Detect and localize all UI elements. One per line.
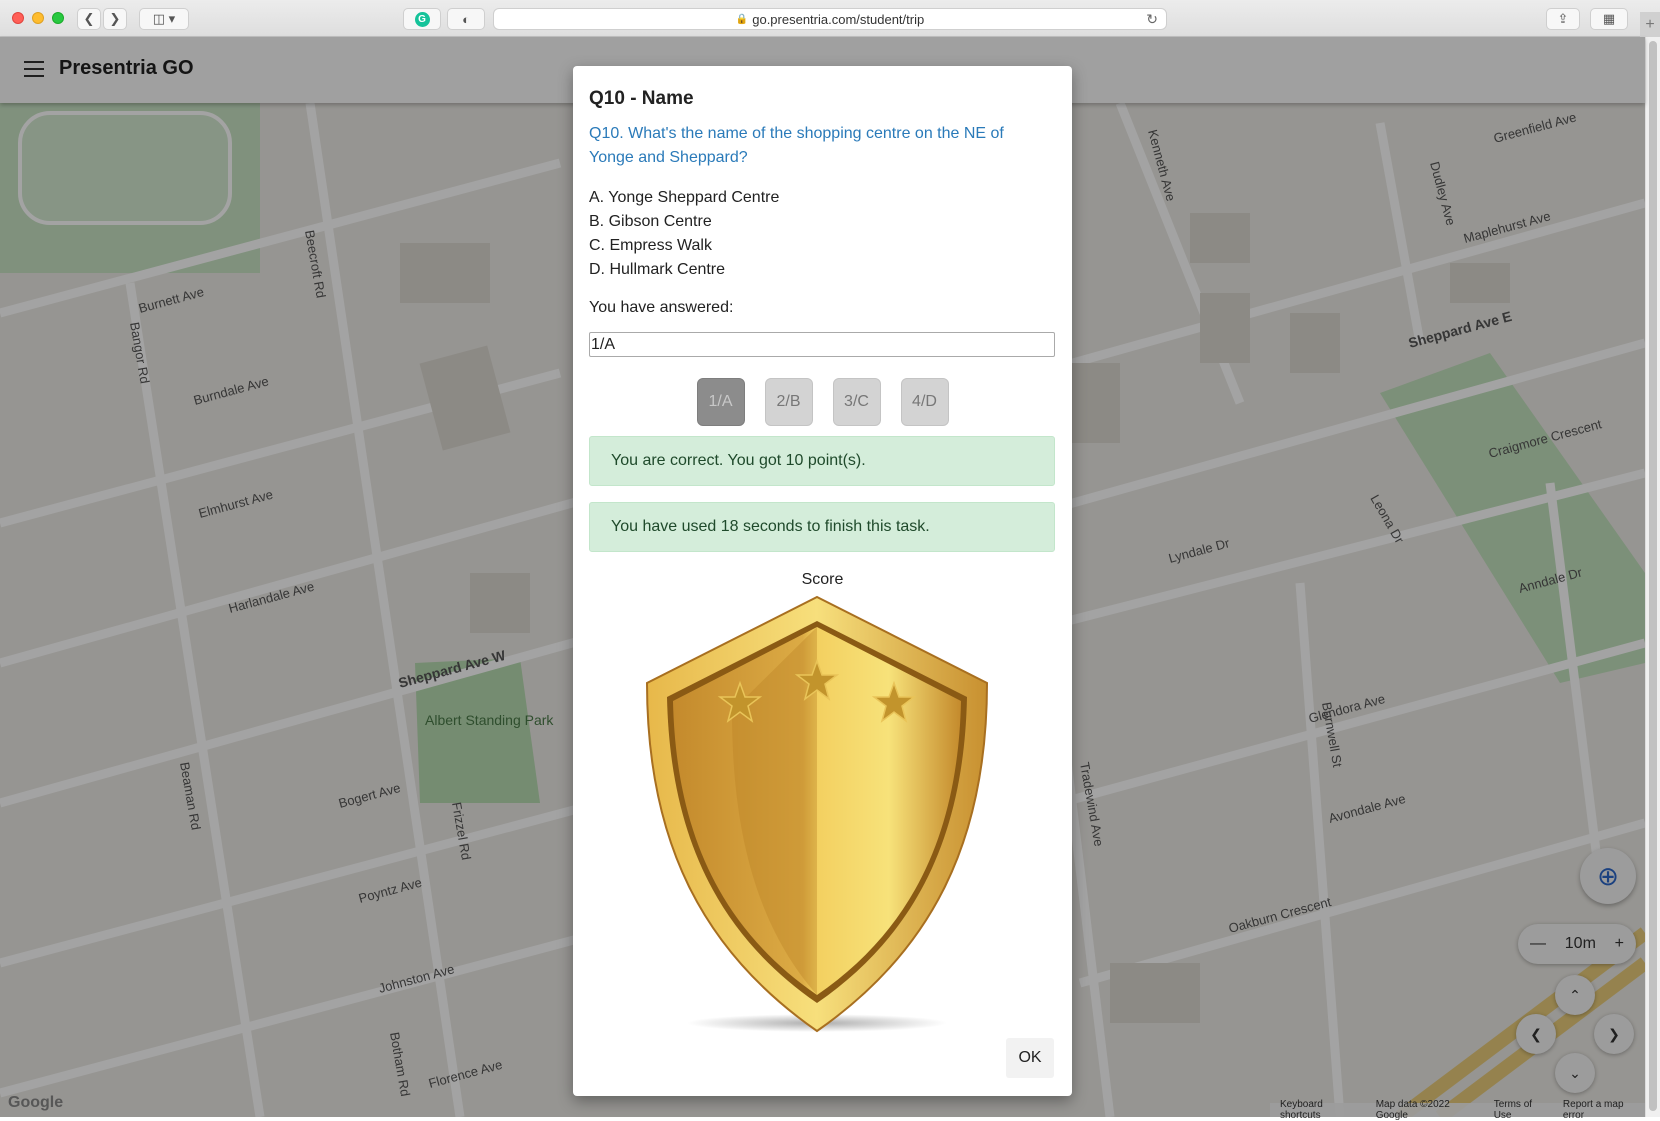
zoom-window-button[interactable]: [52, 12, 64, 24]
question-dialog: Q10 - Name Q10. What's the name of the s…: [573, 66, 1072, 1096]
back-button[interactable]: ❮: [77, 8, 101, 30]
lock-icon: 🔒: [735, 13, 749, 25]
question-text: Q10. What's the name of the shopping cen…: [589, 125, 1004, 166]
answered-label: You have answered:: [589, 299, 734, 316]
choice-1a-button[interactable]: 1/A: [696, 378, 745, 426]
browser-toolbar: ❮ ❯ ◫ ▾ G ◐ 🔒 go.presentria.com/student/…: [0, 0, 1660, 37]
dialog-title: Q10 - Name: [589, 88, 694, 109]
close-window-button[interactable]: [12, 12, 24, 24]
privacy-button[interactable]: ◐: [447, 8, 485, 30]
score-label: Score: [801, 571, 844, 588]
back-icon: ❮: [83, 11, 95, 26]
time-alert: You have used 18 seconds to finish this …: [589, 502, 1055, 552]
answer-options: A. Yonge Sheppard Centre B. Gibson Centr…: [589, 186, 779, 282]
correct-alert: You are correct. You got 10 point(s).: [589, 436, 1055, 486]
sidebar-icon: ◫ ▾: [152, 11, 176, 26]
page-scrollbar[interactable]: [1645, 37, 1660, 1117]
tabs-overview-button[interactable]: ▦: [1590, 8, 1628, 30]
choice-3c-button[interactable]: 3/C: [832, 378, 881, 426]
new-tab-icon[interactable]: +: [1640, 12, 1660, 37]
choice-buttons: 1/A 2/B 3/C 4/D: [573, 378, 1072, 426]
forward-button[interactable]: ❯: [103, 8, 127, 30]
option-a: A. Yonge Sheppard Centre: [589, 189, 780, 206]
option-c: C. Empress Walk: [589, 237, 712, 254]
sidebar-button[interactable]: ◫ ▾: [139, 8, 189, 30]
address-bar[interactable]: 🔒 go.presentria.com/student/trip ↻: [493, 8, 1167, 30]
forward-icon: ❯: [109, 11, 121, 26]
choice-2b-button[interactable]: 2/B: [764, 378, 813, 426]
url-text: go.presentria.com/student/trip: [752, 11, 925, 27]
grammarly-icon: G: [414, 11, 430, 27]
answer-field[interactable]: [589, 332, 1055, 357]
choice-4d-button[interactable]: 4/D: [900, 378, 949, 426]
minimize-window-button[interactable]: [32, 12, 44, 24]
option-b: B. Gibson Centre: [589, 213, 712, 230]
grammarly-button[interactable]: G: [403, 8, 441, 30]
ok-button[interactable]: OK: [1006, 1038, 1054, 1078]
gold-shield-icon: [645, 595, 989, 1033]
privacy-icon: ◐: [462, 11, 470, 27]
tabs-overview-icon: ▦: [1602, 11, 1616, 26]
share-icon: ⇪: [1557, 11, 1569, 26]
share-button[interactable]: ⇪: [1546, 8, 1580, 30]
reload-icon[interactable]: ↻: [1146, 11, 1158, 28]
option-d: D. Hullmark Centre: [589, 261, 726, 278]
